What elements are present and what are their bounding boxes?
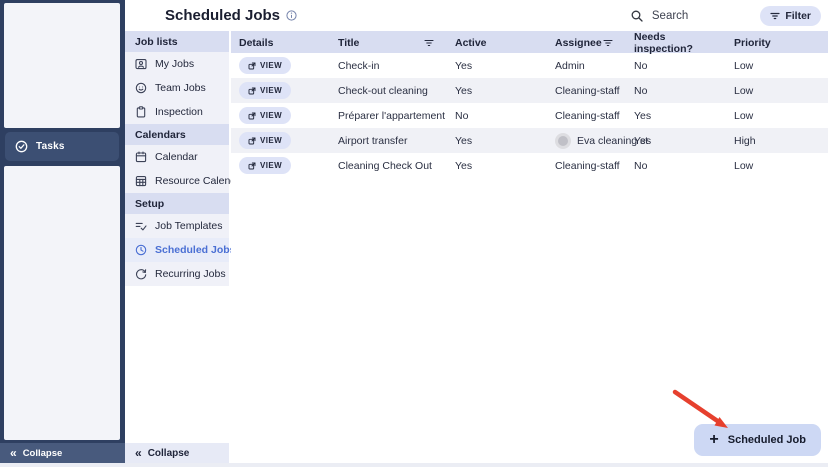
resource-calendar-grid-icon	[135, 176, 147, 187]
external-link-icon	[248, 62, 256, 69]
external-link-icon	[248, 162, 256, 169]
cell-active: Yes	[455, 84, 473, 97]
sidebar-item-resource-calendar[interactable]: Resource Calendar	[125, 169, 245, 193]
sidebar-item-job-templates[interactable]: Job Templates	[125, 214, 229, 238]
secondary-sidebar-collapse-button[interactable]: « Collapse	[125, 443, 229, 463]
sidebar-item-my-jobs[interactable]: My Jobs	[125, 52, 229, 76]
scheduled-jobs-table: Details Title Active Assignee Needs insp…	[231, 31, 828, 463]
section-header-setup: Setup	[125, 193, 229, 214]
sidebar-blank-panel-bottom	[4, 166, 120, 440]
cell-title: Check-out cleaning	[338, 84, 428, 97]
view-button[interactable]: VIEW	[239, 82, 292, 99]
column-header-active[interactable]: Active	[447, 37, 547, 49]
cell-priority: Low	[734, 109, 754, 122]
sidebar-item-recurring-jobs[interactable]: Recurring Jobs	[125, 262, 229, 286]
cell-active: No	[455, 109, 469, 122]
search-label: Search	[651, 9, 689, 22]
my-jobs-badge-icon	[135, 59, 147, 70]
cell-title: Préparer l'appartement	[338, 109, 446, 122]
primary-sidebar-collapse-button[interactable]: « Collapse	[0, 443, 125, 463]
table-row: VIEW Check-out cleaning Yes Cleaning-sta…	[231, 78, 828, 103]
cell-needs-inspection: No	[634, 59, 648, 72]
sidebar-item-calendar[interactable]: Calendar	[125, 145, 229, 169]
cell-title: Cleaning Check Out	[338, 159, 432, 172]
info-icon[interactable]	[286, 10, 297, 21]
table-header-row: Details Title Active Assignee Needs insp…	[231, 31, 828, 55]
scheduled-jobs-clock-icon	[135, 244, 147, 256]
external-link-icon	[248, 112, 256, 119]
cell-active: Yes	[455, 59, 473, 72]
add-scheduled-job-button[interactable]: + Scheduled Job	[694, 424, 821, 456]
table-row: VIEW Airport transfer Yes Eva cleaning s…	[231, 128, 828, 153]
filter-icon	[770, 11, 780, 21]
column-filter-icon[interactable]	[424, 38, 434, 48]
cell-title: Airport transfer	[338, 134, 408, 147]
view-button[interactable]: VIEW	[239, 57, 292, 74]
sidebar-item-team-jobs[interactable]: Team Jobs	[125, 76, 229, 100]
section-header-job-lists: Job lists	[125, 31, 229, 52]
column-header-title[interactable]: Title	[330, 37, 447, 49]
cell-assignee: Cleaning-staff	[555, 109, 620, 122]
page-header: Scheduled Jobs Search Filter	[125, 0, 828, 31]
team-jobs-icon	[135, 82, 147, 94]
assignee-avatar	[555, 132, 571, 149]
sidebar-item-scheduled-jobs[interactable]: Scheduled Jobs	[125, 238, 236, 262]
cell-priority: High	[734, 134, 756, 147]
column-header-details[interactable]: Details	[231, 37, 330, 49]
cell-assignee: Eva cleaning st	[547, 132, 648, 149]
cell-title: Check-in	[338, 59, 380, 72]
cell-active: Yes	[455, 134, 473, 147]
tasks-label: Tasks	[36, 141, 65, 152]
cell-needs-inspection: No	[634, 84, 648, 97]
view-button[interactable]: VIEW	[239, 157, 292, 174]
page-title: Scheduled Jobs	[165, 7, 297, 24]
app-window: Tasks « Collapse Scheduled Jobs Search F…	[0, 0, 828, 467]
collapse-label: Collapse	[22, 447, 63, 459]
content-area: Scheduled Jobs Search Filter Job lists M…	[125, 0, 828, 463]
search-control[interactable]: Search	[631, 10, 688, 22]
window-bottom-strip	[0, 463, 828, 467]
filter-button[interactable]: Filter	[760, 5, 821, 26]
cell-active: Yes	[455, 159, 473, 172]
tasks-check-circle-icon	[15, 140, 28, 153]
view-button[interactable]: VIEW	[239, 107, 292, 124]
sidebar-blank-panel-top	[4, 3, 120, 128]
external-link-icon	[248, 87, 256, 94]
section-header-calendars: Calendars	[125, 124, 229, 145]
cell-priority: Low	[734, 159, 754, 172]
search-icon	[631, 10, 643, 22]
column-header-priority[interactable]: Priority	[726, 37, 828, 49]
collapse-chevrons-icon: «	[135, 446, 142, 460]
column-header-assignee[interactable]: Assignee	[547, 37, 626, 49]
cell-assignee: Admin	[555, 59, 585, 72]
cell-assignee: Cleaning-staff	[555, 159, 620, 172]
column-filter-icon[interactable]	[603, 38, 613, 48]
column-header-needs-inspection[interactable]: Needs inspection?	[626, 31, 726, 55]
recurring-jobs-refresh-icon	[135, 269, 147, 280]
table-row: VIEW Check-in Yes Admin No Low	[231, 53, 828, 78]
sidebar-item-inspection[interactable]: Inspection	[125, 100, 229, 124]
collapse-label: Collapse	[147, 447, 190, 459]
cell-needs-inspection: Yes	[634, 134, 652, 147]
table-row: VIEW Cleaning Check Out Yes Cleaning-sta…	[231, 153, 828, 178]
secondary-sidebar: Job lists My Jobs Team Jobs Inspection C…	[125, 31, 245, 463]
external-link-icon	[248, 137, 256, 144]
plus-icon: +	[709, 431, 719, 448]
view-button[interactable]: VIEW	[239, 132, 292, 149]
primary-sidebar: Tasks « Collapse	[0, 0, 125, 463]
job-templates-list-icon	[135, 222, 147, 231]
collapse-chevrons-icon: «	[10, 446, 17, 460]
inspection-clipboard-icon	[136, 106, 146, 118]
cell-priority: Low	[734, 59, 754, 72]
table-row: VIEW Préparer l'appartement No Cleaning-…	[231, 103, 828, 128]
cell-needs-inspection: No	[634, 159, 648, 172]
cell-assignee: Cleaning-staff	[555, 84, 620, 97]
calendar-icon	[135, 151, 147, 163]
cell-priority: Low	[734, 84, 754, 97]
cell-needs-inspection: Yes	[634, 109, 652, 122]
sidebar-item-tasks[interactable]: Tasks	[5, 132, 119, 161]
